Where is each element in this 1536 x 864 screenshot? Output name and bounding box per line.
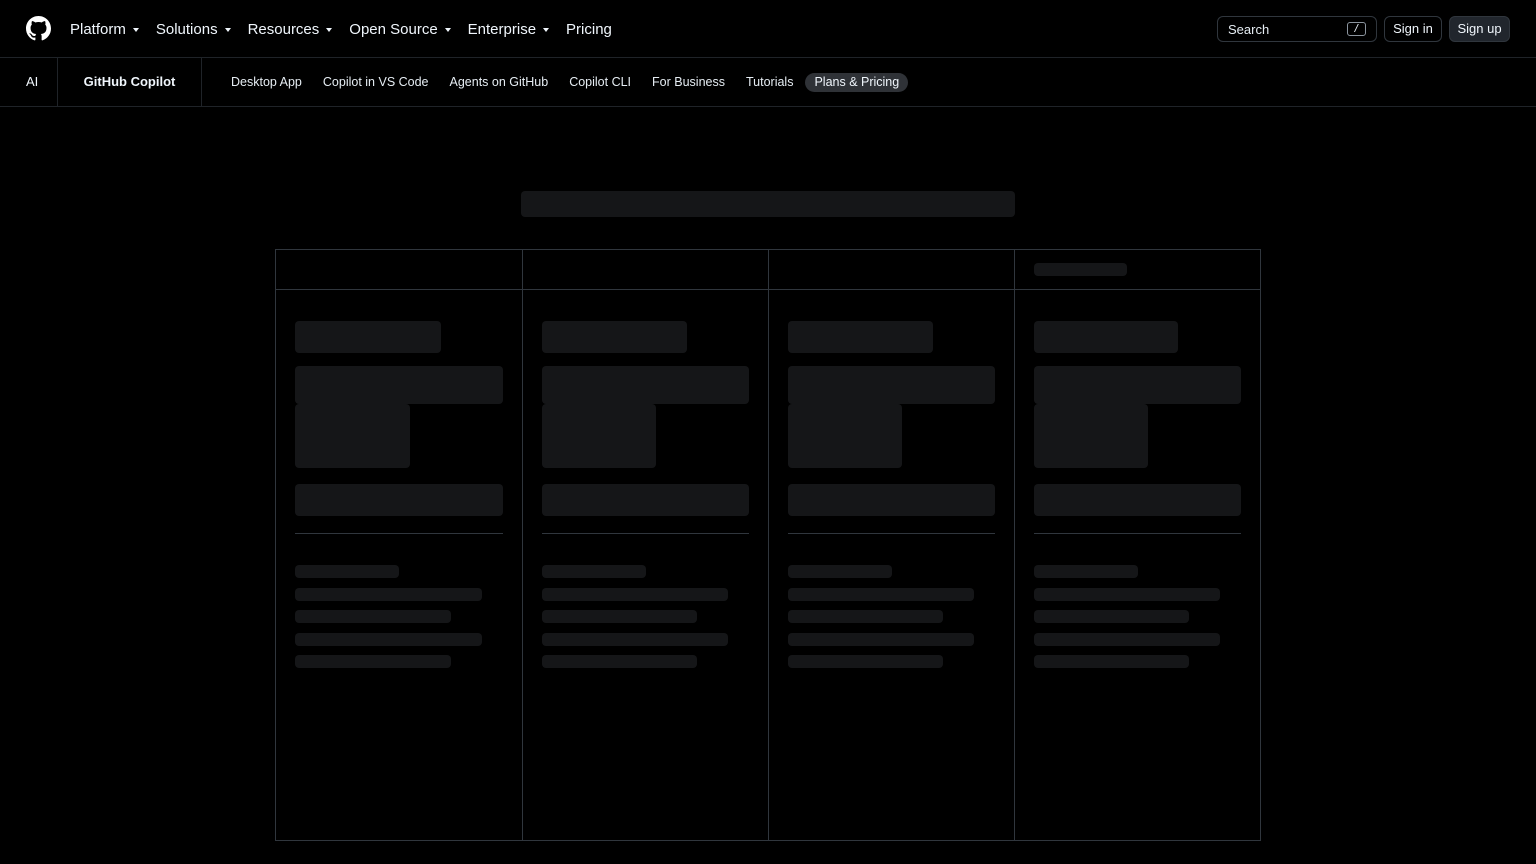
plan-cta-skeleton	[542, 484, 749, 516]
nav-enterprise-label: Enterprise	[467, 20, 537, 38]
chevron-down-icon	[326, 27, 333, 32]
subnav-section-ai[interactable]: AI	[0, 58, 58, 106]
feature-line-skeleton	[1034, 588, 1220, 601]
plan-price-skeleton	[788, 404, 902, 468]
search-shortcut-key: /	[1347, 22, 1366, 36]
subnav-link-tutorials[interactable]: Tutorials	[737, 73, 802, 92]
feature-line-skeleton	[1034, 633, 1220, 646]
plan-divider	[295, 533, 503, 534]
nav-open-source[interactable]: Open Source	[349, 20, 451, 38]
subnav-link-plans-pricing[interactable]: Plans & Pricing	[805, 72, 909, 92]
plan-cta-skeleton	[788, 484, 995, 516]
plan-card-skeleton	[769, 250, 1015, 840]
nav-solutions[interactable]: Solutions	[156, 21, 231, 38]
plan-price-skeleton	[542, 404, 656, 468]
plan-divider	[788, 533, 995, 534]
feature-line-skeleton	[1034, 565, 1138, 578]
plan-name-skeleton	[788, 321, 933, 353]
plan-price-skeleton	[1034, 404, 1148, 468]
plan-name-skeleton	[542, 321, 687, 353]
plan-divider	[542, 533, 749, 534]
sign-up-button[interactable]: Sign up	[1449, 16, 1510, 42]
plan-cta-skeleton	[295, 484, 503, 516]
search-input[interactable]	[1228, 21, 1347, 37]
nav-solutions-label: Solutions	[155, 20, 218, 38]
subnav-link-vscode[interactable]: Copilot in VS Code	[314, 73, 438, 92]
nav-open-source-label: Open Source	[349, 20, 438, 38]
plan-card-skeleton	[1015, 250, 1261, 840]
sign-in-button[interactable]: Sign in	[1384, 16, 1442, 42]
github-logo-icon[interactable]	[26, 16, 51, 41]
search-box[interactable]: /	[1217, 16, 1377, 42]
top-header: Platform Solutions Resources Open Source…	[0, 0, 1536, 58]
feature-line-skeleton	[1034, 610, 1189, 623]
plan-price-skeleton	[788, 366, 995, 404]
plan-card-skeleton	[276, 250, 522, 840]
plan-price-skeleton	[542, 366, 749, 404]
plan-price-skeleton	[295, 366, 503, 404]
feature-line-skeleton	[542, 588, 728, 601]
main-nav: Platform Solutions Resources Open Source…	[70, 0, 629, 58]
subnav-link-agents[interactable]: Agents on GitHub	[441, 73, 558, 92]
plan-cta-skeleton	[1034, 484, 1241, 516]
plan-price-skeleton	[1034, 366, 1241, 404]
feature-line-skeleton	[788, 655, 943, 668]
feature-line-skeleton	[788, 565, 892, 578]
feature-line-skeleton	[788, 610, 943, 623]
feature-line-skeleton	[542, 565, 646, 578]
feature-line-skeleton	[542, 610, 697, 623]
feature-line-skeleton	[295, 610, 451, 623]
subnav-link-cli[interactable]: Copilot CLI	[560, 73, 640, 92]
subnav-links: Desktop App Copilot in VS Code Agents on…	[222, 58, 911, 106]
feature-line-skeleton	[295, 655, 451, 668]
nav-platform[interactable]: Platform	[70, 21, 139, 38]
chevron-down-icon	[543, 27, 550, 32]
chevron-down-icon	[224, 27, 231, 32]
feature-line-skeleton	[788, 633, 974, 646]
feature-line-skeleton	[295, 633, 482, 646]
nav-resources-label: Resources	[247, 20, 320, 38]
feature-line-skeleton	[295, 565, 399, 578]
nav-platform-label: Platform	[70, 20, 126, 38]
feature-line-skeleton	[1034, 655, 1189, 668]
nav-enterprise[interactable]: Enterprise	[467, 20, 550, 38]
page-title-skeleton	[521, 191, 1015, 217]
plan-name-skeleton	[1034, 321, 1178, 353]
subnav-link-desktop-app[interactable]: Desktop App	[222, 73, 311, 92]
subnav-link-business[interactable]: For Business	[643, 73, 734, 92]
chevron-down-icon	[444, 27, 451, 32]
feature-line-skeleton	[542, 633, 728, 646]
pricing-table-skeleton	[275, 249, 1261, 841]
feature-line-skeleton	[542, 655, 697, 668]
plan-card-skeleton	[523, 250, 769, 840]
chevron-down-icon	[132, 27, 139, 32]
nav-resources[interactable]: Resources	[248, 21, 333, 38]
feature-line-skeleton	[295, 588, 482, 601]
plan-divider	[1034, 533, 1241, 534]
plan-price-skeleton	[295, 404, 410, 468]
plan-name-skeleton	[295, 321, 441, 353]
product-subnav: AI GitHub Copilot Desktop App Copilot in…	[0, 58, 1536, 107]
nav-pricing-label: Pricing	[566, 20, 612, 38]
subnav-product-title[interactable]: GitHub Copilot	[58, 58, 202, 106]
feature-line-skeleton	[788, 588, 974, 601]
nav-pricing[interactable]: Pricing	[566, 21, 612, 38]
github-mark-icon	[26, 16, 51, 41]
